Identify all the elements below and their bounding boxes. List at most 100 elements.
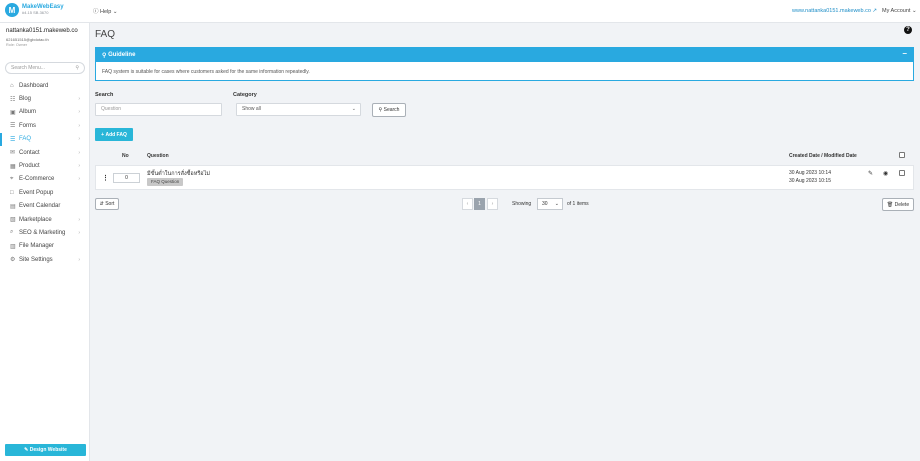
per-page-select[interactable]: 30 ⌄	[537, 198, 563, 210]
chevron-right-icon: ›	[78, 256, 80, 263]
logo-version: #4.15 SB.3670	[22, 10, 49, 15]
search-button-label: Search	[383, 107, 400, 113]
sidebar-item-label: Contact	[19, 149, 40, 156]
top-bar: M MakeWebEasy #4.15 SB.3670 ⓘ Help ⌄ www…	[0, 0, 920, 23]
calendar-icon: ▤	[10, 203, 16, 210]
add-faq-label: Add FAQ	[105, 131, 127, 138]
marketplace-icon: ▧	[10, 217, 16, 224]
delete-label: Delete	[894, 201, 910, 208]
design-website-label: Design Website	[29, 447, 67, 453]
sidebar-item-marketplace[interactable]: ▧ Marketplace ›	[0, 213, 90, 226]
sidebar-item-label: Blog	[19, 96, 32, 103]
chevron-right-icon: ›	[78, 136, 80, 143]
select-all-checkbox[interactable]	[899, 152, 905, 158]
add-faq-button[interactable]: + Add FAQ	[95, 128, 133, 141]
sidebar-item-label: SEO & Marketing	[19, 229, 66, 236]
sidebar-item-label: Forms	[19, 122, 36, 129]
ecommerce-icon: ⌖	[10, 175, 14, 182]
logo[interactable]: M MakeWebEasy #4.15 SB.3670	[5, 3, 64, 17]
user-name: nattanka0151.makeweb.co	[6, 28, 78, 34]
account-menu[interactable]: My Account ⌄	[882, 8, 917, 14]
sidebar-item-forms[interactable]: ☰ Forms ›	[0, 119, 90, 132]
site-link[interactable]: www.nattanka0151.makeweb.co ↗	[792, 8, 877, 14]
col-no-header: No	[122, 153, 129, 159]
search-menu-input[interactable]: Search Menu... ⚲	[5, 62, 85, 74]
chevron-right-icon: ›	[78, 149, 80, 156]
chevron-down-icon: ⌄	[911, 8, 917, 14]
row-checkbox[interactable]	[899, 170, 905, 176]
edit-icon[interactable]: ✎	[868, 170, 873, 177]
help-menu[interactable]: ⓘ Help ⌄	[93, 7, 118, 15]
search-input[interactable]: Question	[95, 103, 222, 116]
sidebar-item-blog[interactable]: ☷ Blog ›	[0, 92, 90, 105]
modified-date: 30 Aug 2023 10:15	[789, 178, 831, 184]
pagination-current[interactable]: 1	[474, 198, 485, 210]
chevron-right-icon: ›	[78, 163, 80, 170]
sidebar-item-faq[interactable]: ☰ FAQ ›	[0, 132, 90, 146]
event-popup-icon: □	[10, 189, 14, 196]
sidebar-item-product[interactable]: ▦ Product ›	[0, 159, 90, 172]
guideline-text: FAQ system is suitable for cases where c…	[102, 69, 310, 75]
user-role: Role: Owner	[6, 43, 28, 47]
collapse-icon[interactable]: –	[903, 49, 907, 58]
sidebar-item-event-calendar[interactable]: ▤ Event Calendar	[0, 200, 90, 213]
eye-icon[interactable]: ◉	[883, 170, 888, 177]
drag-handle-icon[interactable]: ⋮	[102, 174, 109, 182]
search-icon: ⚲	[75, 65, 79, 71]
sidebar-item-seo-marketing[interactable]: ⌕ SEO & Marketing ›	[0, 226, 90, 239]
seo-icon: ⌕	[10, 229, 14, 236]
col-date-header: Created Date / Modified Date	[789, 153, 857, 159]
design-website-button[interactable]: ✎ Design Website	[5, 444, 86, 456]
contact-icon: ✉	[10, 150, 16, 157]
sidebar-item-site-settings[interactable]: ⚙ Site Settings ›	[0, 253, 90, 266]
blog-icon: ☷	[10, 96, 16, 103]
external-link-icon: ↗	[872, 8, 878, 14]
category-select[interactable]: Show all ⌄	[236, 103, 361, 116]
sidebar-item-album[interactable]: ▣ Album ›	[0, 106, 90, 119]
pagination-prev[interactable]: ‹	[462, 198, 473, 210]
sidebar-item-contact[interactable]: ✉ Contact ›	[0, 146, 90, 159]
forms-icon: ☰	[10, 123, 16, 130]
site-link-text: www.nattanka0151.makeweb.co	[792, 8, 871, 14]
showing-label: Showing	[512, 201, 532, 207]
sort-button[interactable]: ⇵ Sort	[95, 198, 119, 210]
delete-button[interactable]: 🗑 Delete	[882, 198, 914, 211]
trash-icon: 🗑	[886, 201, 895, 208]
question-text[interactable]: มีขั้นต่ำในการสั่งซื้อหรือไม่	[147, 170, 210, 178]
chevron-down-icon: ⌄	[112, 9, 118, 15]
sidebar-item-event-popup[interactable]: □ Event Popup	[0, 186, 90, 199]
sidebar-item-label: FAQ	[19, 136, 32, 143]
sidebar-item-e-commerce[interactable]: ⌖ E-Commerce ›	[0, 173, 90, 186]
sort-label: Sort	[105, 201, 115, 207]
sidebar-item-label: Event Popup	[19, 189, 54, 196]
order-input[interactable]: 0	[113, 173, 140, 183]
faq-icon: ☰	[10, 136, 16, 143]
guideline-title: Guideline	[108, 52, 136, 58]
sidebar-item-label: File Manager	[19, 243, 55, 250]
sidebar-item-file-manager[interactable]: ▥ File Manager	[0, 240, 90, 253]
search-label: Search	[95, 92, 114, 98]
album-icon: ▣	[10, 109, 16, 116]
sidebar-item-dashboard[interactable]: ⌂ Dashboard	[0, 79, 90, 92]
search-button[interactable]: ⚲ Search	[372, 103, 406, 117]
sidebar-menu: ⌂ Dashboard ☷ Blog › ▣ Album › ☰ Forms › ☰ FAQ › ✉ Cont…	[0, 79, 90, 266]
chevron-right-icon: ›	[78, 122, 80, 129]
pagination-next[interactable]: ›	[487, 198, 498, 210]
sidebar-item-label: E-Commerce	[19, 176, 55, 183]
account-label: My Account	[882, 8, 911, 14]
chevron-right-icon: ›	[78, 96, 80, 103]
sidebar-item-label: Marketplace	[19, 216, 52, 223]
category-label: Category	[233, 92, 257, 98]
settings-icon: ⚙	[10, 257, 16, 264]
category-select-value: Show all	[242, 106, 261, 112]
item-count: of 1 items	[567, 201, 589, 207]
question-circle-icon[interactable]: ?	[904, 26, 912, 34]
help-label: Help	[100, 9, 112, 15]
guideline-panel: ⚲ Guideline – FAQ system is suitable for…	[95, 47, 914, 81]
chevron-right-icon: ›	[78, 216, 80, 223]
chevron-right-icon: ›	[78, 109, 80, 116]
guideline-header[interactable]: ⚲ Guideline –	[96, 48, 913, 62]
sidebar-item-label: Site Settings	[19, 256, 53, 263]
category-badge: FAQ Question	[147, 178, 184, 186]
home-icon: ⌂	[10, 82, 14, 89]
